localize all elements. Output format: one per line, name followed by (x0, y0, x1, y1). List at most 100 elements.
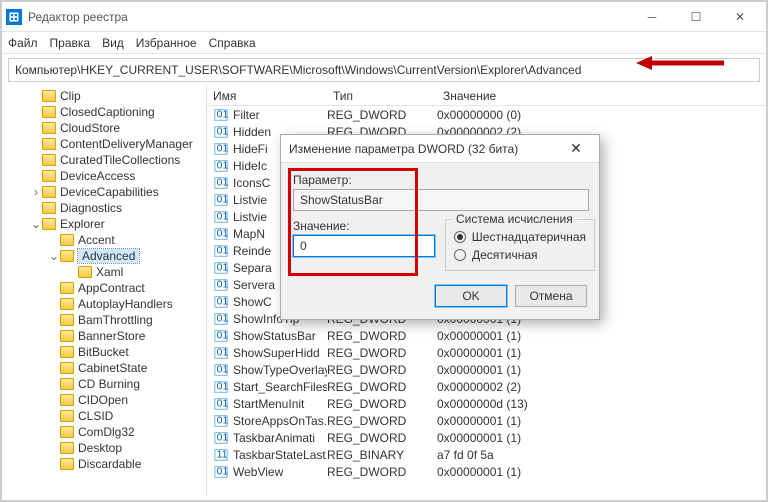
menu-view[interactable]: Вид (102, 36, 124, 50)
tree-item[interactable]: › DeviceCapabilities (2, 184, 206, 200)
value-row[interactable]: 011StartMenuInitREG_DWORD0x0000000d (13) (207, 395, 766, 412)
chevron-right-icon[interactable]: › (48, 233, 60, 247)
chevron-down-icon[interactable]: ⌄ (30, 217, 42, 231)
chevron-right-icon[interactable]: › (48, 377, 60, 391)
tree-item[interactable]: ›CD Burning (2, 376, 206, 392)
chevron-right-icon[interactable]: › (66, 265, 78, 279)
tree-item[interactable]: ›AutoplayHandlers (2, 296, 206, 312)
tree-item[interactable]: ›Accent (2, 232, 206, 248)
value-row[interactable]: 011FilterREG_DWORD0x00000000 (0) (207, 106, 766, 123)
chevron-right-icon[interactable]: › (30, 89, 42, 103)
chevron-right-icon[interactable]: › (48, 361, 60, 375)
chevron-right-icon[interactable]: › (48, 297, 60, 311)
tree-item[interactable]: › CuratedTileCollections (2, 152, 206, 168)
base-fieldset: Система исчисления Шестнадцатеричная Дес… (445, 219, 595, 271)
tree-item[interactable]: ›BannerStore (2, 328, 206, 344)
value-type: REG_BINARY (327, 448, 437, 462)
tree-item[interactable]: ›Clip (2, 88, 206, 104)
chevron-right-icon[interactable]: › (30, 185, 42, 199)
dword-icon: 011 (213, 431, 229, 445)
chevron-right-icon[interactable]: › (48, 425, 60, 439)
folder-icon (60, 346, 74, 358)
chevron-right-icon[interactable]: › (48, 329, 60, 343)
tree-label: AppContract (78, 281, 145, 295)
tree-item[interactable]: ›BamThrottling (2, 312, 206, 328)
tree-item[interactable]: ›ComDlg32 (2, 424, 206, 440)
chevron-right-icon[interactable]: › (48, 393, 60, 407)
svg-text:110: 110 (217, 448, 228, 460)
tree-label: CuratedTileCollections (60, 153, 180, 167)
value-row[interactable]: 011ShowSuperHiddREG_DWORD0x00000001 (1) (207, 344, 766, 361)
menu-favorites[interactable]: Избранное (136, 36, 197, 50)
svg-text:011: 011 (217, 397, 228, 409)
chevron-right-icon[interactable]: › (30, 105, 42, 119)
radio-dec[interactable]: Десятичная (454, 248, 586, 262)
tree-item[interactable]: ›Discardable (2, 456, 206, 472)
svg-text:011: 011 (217, 244, 228, 256)
folder-icon (60, 410, 74, 422)
col-type[interactable]: Тип (327, 89, 437, 103)
tree-item[interactable]: ›CIDOpen (2, 392, 206, 408)
tree-item[interactable]: ›Diagnostics (2, 200, 206, 216)
chevron-right-icon[interactable]: › (30, 201, 42, 215)
chevron-right-icon[interactable]: › (48, 441, 60, 455)
tree-item[interactable]: ›BitBucket (2, 344, 206, 360)
chevron-right-icon[interactable]: › (30, 153, 42, 167)
maximize-button[interactable]: ☐ (674, 3, 718, 31)
chevron-right-icon[interactable]: › (48, 457, 60, 471)
tree-item[interactable]: ›CLSID (2, 408, 206, 424)
edit-dword-dialog: Изменение параметра DWORD (32 бита) ✕ Па… (280, 134, 600, 320)
tree-item[interactable]: › AppContract (2, 280, 206, 296)
close-button[interactable]: ✕ (718, 3, 762, 31)
tree-item[interactable]: ›ClosedCaptioning (2, 104, 206, 120)
ok-button[interactable]: OK (435, 285, 507, 307)
dialog-titlebar[interactable]: Изменение параметра DWORD (32 бита) ✕ (281, 135, 599, 163)
tree-item[interactable]: ›CloudStore (2, 120, 206, 136)
tree-label: DeviceCapabilities (60, 185, 159, 199)
dword-icon: 011 (213, 312, 229, 326)
menu-edit[interactable]: Правка (50, 36, 91, 50)
dialog-close-button[interactable]: ✕ (561, 140, 591, 157)
tree-item[interactable]: ›Desktop (2, 440, 206, 456)
dword-icon: 011 (213, 329, 229, 343)
value-row[interactable]: 110TaskbarStateLastREG_BINARYa7 fd 0f 5a (207, 446, 766, 463)
menu-help[interactable]: Справка (209, 36, 256, 50)
chevron-right-icon[interactable]: › (48, 313, 60, 327)
value-name: TaskbarStateLast (233, 448, 327, 462)
minimize-button[interactable]: ─ (630, 3, 674, 31)
value-row[interactable]: 011TaskbarAnimatiREG_DWORD0x00000001 (1) (207, 429, 766, 446)
radio-hex[interactable]: Шестнадцатеричная (454, 230, 586, 244)
folder-icon (60, 458, 74, 470)
chevron-right-icon[interactable]: › (48, 281, 60, 295)
chevron-down-icon[interactable]: ⌄ (48, 249, 60, 263)
cancel-button[interactable]: Отмена (515, 285, 587, 307)
chevron-right-icon[interactable]: › (30, 137, 42, 151)
value-row[interactable]: 011StoreAppsOnTas...REG_DWORD0x00000001 … (207, 412, 766, 429)
chevron-right-icon[interactable]: › (48, 409, 60, 423)
param-input[interactable]: ShowStatusBar (293, 189, 589, 211)
tree-item[interactable]: ⌄Explorer (2, 216, 206, 232)
chevron-right-icon[interactable]: › (30, 169, 42, 183)
value-row[interactable]: 011ShowTypeOverlayREG_DWORD0x00000001 (1… (207, 361, 766, 378)
value-input[interactable]: 0 (293, 235, 435, 257)
dword-icon: 011 (213, 261, 229, 275)
tree-item[interactable]: ›ContentDeliveryManager (2, 136, 206, 152)
value-row[interactable]: 011Start_SearchFilesREG_DWORD0x00000002 … (207, 378, 766, 395)
address-bar[interactable]: Компьютер\HKEY_CURRENT_USER\SOFTWARE\Mic… (8, 58, 760, 82)
menu-file[interactable]: Файл (8, 36, 38, 50)
tree-item[interactable]: ⌄Advanced (2, 248, 206, 264)
chevron-right-icon[interactable]: › (30, 121, 42, 135)
tree-item[interactable]: ›Xaml (2, 264, 206, 280)
svg-text:011: 011 (217, 125, 228, 137)
folder-icon (42, 154, 56, 166)
col-value[interactable]: Значение (437, 89, 766, 103)
tree-item[interactable]: ›CabinetState (2, 360, 206, 376)
registry-tree[interactable]: ›Clip›ClosedCaptioning›CloudStore›Conten… (2, 86, 207, 496)
value-row[interactable]: 011ShowStatusBarREG_DWORD0x00000001 (1) (207, 327, 766, 344)
tree-item[interactable]: ›DeviceAccess (2, 168, 206, 184)
chevron-right-icon[interactable]: › (48, 345, 60, 359)
values-header[interactable]: Имя Тип Значение (207, 86, 766, 106)
col-name[interactable]: Имя (207, 89, 327, 103)
dword-icon: 011 (213, 465, 229, 479)
value-row[interactable]: 011WebViewREG_DWORD0x00000001 (1) (207, 463, 766, 480)
